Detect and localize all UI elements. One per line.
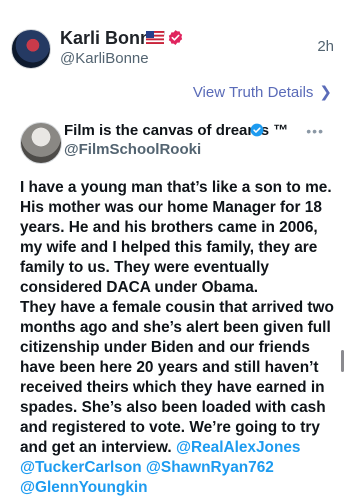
view-truth-details-label: View Truth Details xyxy=(192,84,314,101)
verified-badge-icon xyxy=(168,30,183,45)
scrollbar-thumb[interactable] xyxy=(341,350,344,372)
us-flag-icon xyxy=(146,31,164,44)
chevron-right-icon: ❯ xyxy=(319,84,332,101)
mention-link[interactable]: @ShawnRyan762 xyxy=(146,459,274,476)
post-timestamp[interactable]: 2h xyxy=(317,38,334,55)
quoted-post-paragraph-text: They have a female cousin that arrived t… xyxy=(20,299,334,456)
quoted-author-handle[interactable]: @FilmSchoolRooki xyxy=(64,141,201,158)
verified-badge-icon xyxy=(250,123,264,137)
mention-link[interactable]: @RealAlexJones xyxy=(176,439,301,456)
post-header: Karli Bonne' @KarliBonne 2h xyxy=(0,0,346,80)
quoted-post-text: I have a young man that’s like a son to … xyxy=(20,178,335,498)
mention-link[interactable]: @TuckerCarlson xyxy=(20,459,142,476)
author-handle[interactable]: @KarliBonne xyxy=(60,50,149,67)
mention-link[interactable]: @GlennYoungkin xyxy=(20,479,148,496)
quoted-post-paragraph: I have a young man that’s like a son to … xyxy=(20,179,332,296)
quoted-post[interactable]: Film is the canvas of dreams ™ ••• @Film… xyxy=(0,110,346,500)
more-dots-icon[interactable]: ••• xyxy=(306,123,324,139)
quoted-post-paragraph: They have a female cousin that arrived t… xyxy=(20,298,335,498)
view-truth-details-link[interactable]: View Truth Details ❯ xyxy=(193,83,332,101)
author-avatar[interactable] xyxy=(11,29,51,69)
quoted-author-avatar[interactable] xyxy=(20,122,62,164)
